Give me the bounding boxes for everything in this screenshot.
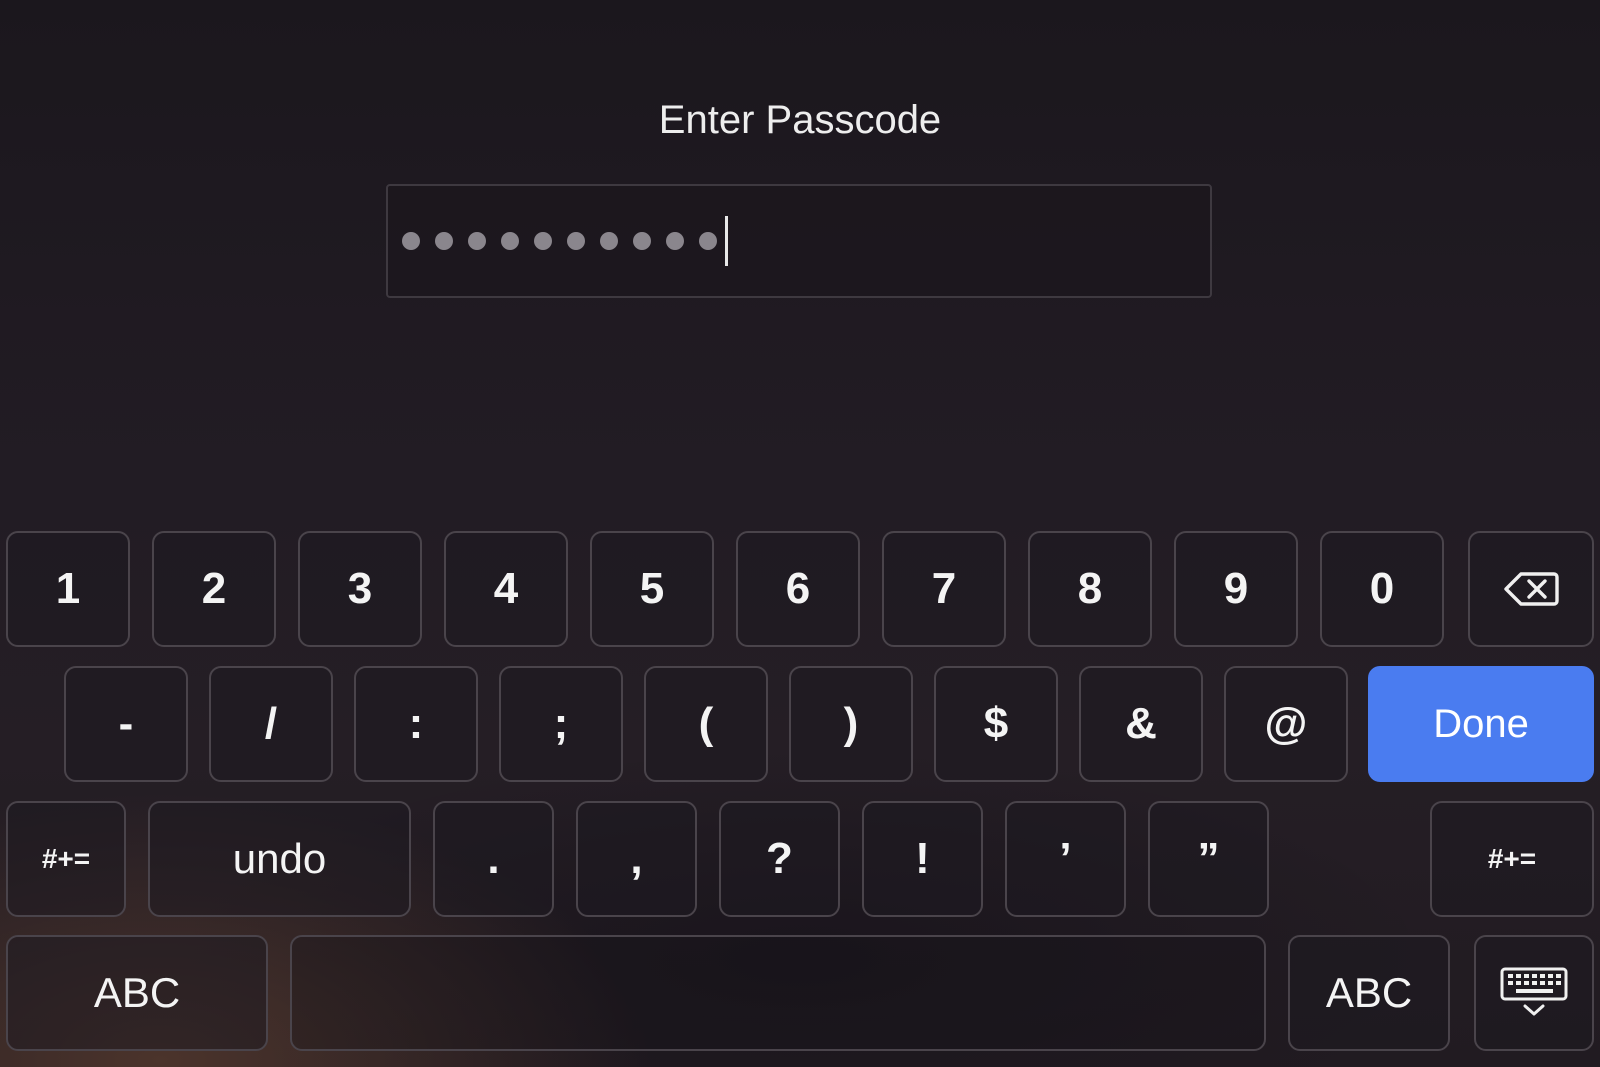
masked-dot: [534, 232, 552, 250]
key-2[interactable]: 2: [152, 531, 276, 647]
key-quote[interactable]: ”: [1148, 801, 1269, 917]
delete-button[interactable]: [1468, 531, 1594, 647]
symbols-toggle-left[interactable]: #+=: [6, 801, 126, 917]
passcode-title: Enter Passcode: [658, 98, 942, 142]
masked-dot: [567, 232, 585, 250]
masked-dot: [666, 232, 684, 250]
passcode-field[interactable]: [386, 184, 1212, 298]
masked-dot: [435, 232, 453, 250]
key-0[interactable]: 0: [1320, 531, 1444, 647]
key-period[interactable]: .: [433, 801, 554, 917]
key-7[interactable]: 7: [882, 531, 1006, 647]
key-dollar[interactable]: $: [934, 666, 1058, 782]
space-bar[interactable]: [290, 935, 1266, 1051]
key-close-paren[interactable]: ): [789, 666, 913, 782]
key-8[interactable]: 8: [1028, 531, 1152, 647]
key-1[interactable]: 1: [6, 531, 130, 647]
key-question[interactable]: ?: [719, 801, 840, 917]
key-5[interactable]: 5: [590, 531, 714, 647]
key-9[interactable]: 9: [1174, 531, 1298, 647]
undo-button[interactable]: undo: [148, 801, 411, 917]
abc-button-left[interactable]: ABC: [6, 935, 268, 1051]
key-hyphen[interactable]: -: [64, 666, 188, 782]
masked-dot: [699, 232, 717, 250]
key-ampersand[interactable]: &: [1079, 666, 1203, 782]
masked-dot: [633, 232, 651, 250]
key-apostrophe[interactable]: ’: [1005, 801, 1126, 917]
masked-dot: [501, 232, 519, 250]
delete-icon: [1503, 571, 1559, 607]
done-button[interactable]: Done: [1368, 666, 1594, 782]
key-open-paren[interactable]: (: [644, 666, 768, 782]
masked-dot: [468, 232, 486, 250]
key-3[interactable]: 3: [298, 531, 422, 647]
hide-keyboard-icon: [1499, 966, 1569, 1020]
key-4[interactable]: 4: [444, 531, 568, 647]
text-caret: [725, 216, 728, 266]
masked-dot: [600, 232, 618, 250]
key-slash[interactable]: /: [209, 666, 333, 782]
abc-button-right[interactable]: ABC: [1288, 935, 1450, 1051]
key-at[interactable]: @: [1224, 666, 1348, 782]
key-colon[interactable]: :: [354, 666, 478, 782]
key-comma[interactable]: ,: [576, 801, 697, 917]
masked-dots: [402, 231, 725, 251]
key-exclamation[interactable]: !: [862, 801, 983, 917]
symbols-toggle-right[interactable]: #+=: [1430, 801, 1594, 917]
key-semicolon[interactable]: ;: [499, 666, 623, 782]
hide-keyboard-button[interactable]: [1474, 935, 1594, 1051]
masked-dot: [402, 232, 420, 250]
key-6[interactable]: 6: [736, 531, 860, 647]
